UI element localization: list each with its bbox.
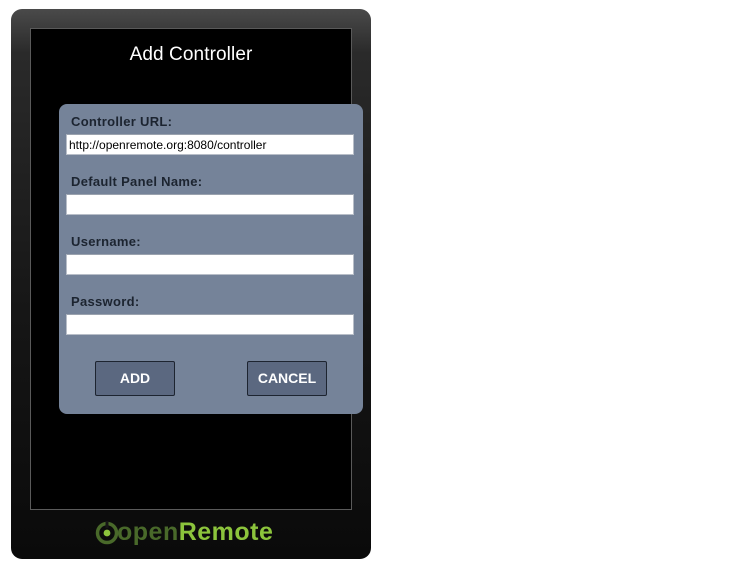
- add-controller-form: Controller URL: Default Panel Name: User…: [59, 104, 363, 414]
- password-input[interactable]: [66, 314, 354, 335]
- logo-remote-text: Remote: [178, 518, 274, 546]
- cancel-button[interactable]: CANCEL: [247, 361, 327, 396]
- controller-url-label: Controller URL:: [71, 114, 173, 129]
- controller-url-input[interactable]: [66, 134, 354, 155]
- openremote-logo: openRemote: [95, 518, 291, 549]
- default-panel-name-label: Default Panel Name:: [71, 174, 203, 189]
- default-panel-name-input[interactable]: [66, 194, 354, 215]
- openremote-logo-icon: [95, 521, 119, 545]
- password-label: Password:: [71, 294, 140, 309]
- username-input[interactable]: [66, 254, 354, 275]
- device-screen: Add Controller Controller URL: Default P…: [30, 28, 363, 510]
- logo-wordmark: openRemote: [117, 518, 273, 547]
- username-label: Username:: [71, 234, 141, 249]
- device-frame: Add Controller Controller URL: Default P…: [11, 9, 371, 559]
- add-button[interactable]: ADD: [95, 361, 175, 396]
- dialog-title: Add Controller: [129, 44, 253, 65]
- logo-open-text: open: [117, 518, 179, 546]
